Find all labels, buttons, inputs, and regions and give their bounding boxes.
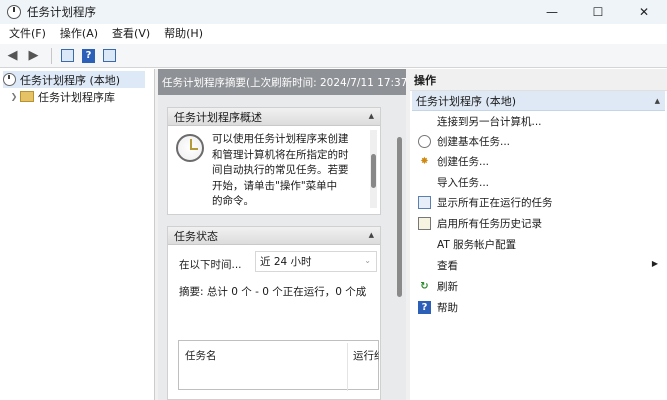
- action-refresh[interactable]: ↻ 刷新: [418, 276, 663, 296]
- submenu-arrow-icon: ▶: [651, 259, 658, 268]
- overview-line: 的命令。: [212, 195, 254, 207]
- action-at-service-config[interactable]: AT 服务帐户配置: [418, 234, 663, 254]
- column-divider[interactable]: [347, 343, 348, 391]
- chevron-down-icon: ⌄: [364, 256, 371, 265]
- running-tasks-icon: [418, 195, 431, 209]
- overview-title: 任务计划程序概述: [174, 110, 262, 124]
- window-controls: — ☐ ✕: [529, 0, 667, 24]
- task-status-section: 任务状态 ▲ 在以下时间... 近 24 小时 ⌄ 摘要: 总计 0 个 - 0…: [167, 226, 381, 400]
- period-select[interactable]: 近 24 小时 ⌄: [255, 251, 377, 272]
- create-task-icon: ✸: [420, 155, 429, 167]
- clock-icon: [3, 73, 16, 86]
- action-label: 导入任务...: [437, 176, 490, 189]
- actions-pane: 操作 任务计划程序 (本地) ▲ 连接到另一台计算机... 创建基本任务... …: [410, 69, 667, 400]
- menu-view[interactable]: 查看(V): [105, 24, 157, 44]
- tree-item-local-label: 任务计划程序 (本地): [20, 73, 121, 87]
- window-title: 任务计划程序: [27, 5, 96, 19]
- refresh-icon: ↻: [420, 280, 429, 292]
- scrollbar-thumb[interactable]: [397, 137, 402, 297]
- tree-item-library[interactable]: ❯ 任务计划程序库: [8, 88, 115, 105]
- back-arrow-icon[interactable]: ◀: [3, 47, 22, 65]
- scrollbar-thumb[interactable]: [371, 154, 376, 188]
- action-label: 连接到另一台计算机...: [437, 115, 542, 128]
- action-label: 启用所有任务历史记录: [437, 217, 542, 230]
- action-create-basic-task[interactable]: 创建基本任务...: [418, 131, 663, 151]
- history-icon: [418, 216, 431, 230]
- overview-line: 开始，请单击"操作"菜单中: [212, 179, 338, 192]
- toolbar: ◀ ▶ ?: [0, 44, 667, 68]
- action-create-task[interactable]: ✸ 创建任务...: [418, 151, 663, 171]
- action-import-task[interactable]: 导入任务...: [418, 172, 663, 192]
- show-action-pane-button[interactable]: [100, 47, 119, 65]
- summary-header: 任务计划程序摘要(上次刷新时间: 2024/7/11 17:37:2: [158, 69, 406, 95]
- collapse-icon[interactable]: ▲: [369, 231, 374, 239]
- period-label: 在以下时间...: [179, 259, 242, 271]
- action-label: 创建基本任务...: [437, 135, 511, 148]
- expand-caret-icon[interactable]: ❯: [8, 92, 20, 101]
- action-label: 创建任务...: [437, 155, 490, 168]
- tree-item-local[interactable]: 任务计划程序 (本地): [3, 71, 145, 88]
- collapse-icon[interactable]: ▲: [655, 97, 660, 105]
- action-label: 显示所有正在运行的任务: [437, 196, 553, 209]
- action-view[interactable]: 查看 ▶: [418, 255, 663, 275]
- column-header-run-result[interactable]: 运行结: [353, 348, 379, 363]
- column-header-task-name[interactable]: 任务名: [185, 348, 217, 363]
- folder-icon: [20, 91, 34, 102]
- action-pane-icon: [103, 49, 116, 62]
- action-label: 刷新: [437, 280, 458, 293]
- overview-line: 间自动执行的常见任务。若要: [212, 164, 349, 176]
- toolbar-separator: [51, 47, 52, 64]
- create-basic-task-icon: [418, 134, 431, 148]
- console-tree-icon: [61, 49, 74, 62]
- task-scheduler-icon: [7, 5, 21, 19]
- help-button[interactable]: ?: [79, 47, 98, 65]
- actions-section-header[interactable]: 任务计划程序 (本地) ▲: [412, 91, 665, 111]
- period-value: 近 24 小时: [260, 256, 312, 268]
- center-pane: 任务计划程序摘要(上次刷新时间: 2024/7/11 17:37:2 任务计划程…: [158, 69, 406, 400]
- maximize-button[interactable]: ☐: [575, 0, 621, 24]
- overview-section-header[interactable]: 任务计划程序概述 ▲: [168, 108, 380, 126]
- overview-text: 可以使用任务计划程序来创建 和管理计算机将在所指定的时 间自动执行的常见任务。若…: [212, 132, 360, 210]
- action-label: 帮助: [437, 301, 458, 314]
- title-bar: 任务计划程序 — ☐ ✕: [0, 0, 667, 24]
- menu-file[interactable]: 文件(F): [2, 24, 53, 44]
- minimize-button[interactable]: —: [529, 0, 575, 24]
- status-summary: 摘要: 总计 0 个 - 0 个正在运行，0 个成: [179, 286, 367, 298]
- console-tree: 任务计划程序 (本地) ❯ 任务计划程序库: [0, 69, 155, 400]
- action-enable-history[interactable]: 启用所有任务历史记录: [418, 213, 663, 233]
- overview-line: 和管理计算机将在所指定的时: [212, 148, 349, 161]
- menu-help[interactable]: 帮助(H): [157, 24, 210, 44]
- task-status-title: 任务状态: [174, 229, 218, 243]
- forward-arrow-icon[interactable]: ▶: [24, 47, 43, 65]
- collapse-icon[interactable]: ▲: [369, 112, 374, 120]
- show-hide-tree-button[interactable]: [58, 47, 77, 65]
- actions-section-title: 任务计划程序 (本地): [416, 94, 517, 108]
- center-scrollbar[interactable]: [394, 95, 406, 400]
- task-status-section-header[interactable]: 任务状态 ▲: [168, 227, 380, 245]
- action-connect-computer[interactable]: 连接到另一台计算机...: [418, 111, 663, 131]
- action-label: 查看: [437, 259, 458, 272]
- tree-item-library-label: 任务计划程序库: [38, 90, 115, 104]
- overview-line: 可以使用任务计划程序来创建: [212, 133, 349, 145]
- overview-section: 任务计划程序概述 ▲ 可以使用任务计划程序来创建 和管理计算机将在所指定的时 间…: [167, 107, 381, 215]
- menu-action[interactable]: 操作(A): [53, 24, 105, 44]
- help-icon: ?: [418, 300, 431, 314]
- task-status-table: 任务名 运行结: [178, 340, 379, 391]
- overview-scrollbar[interactable]: [370, 130, 377, 208]
- action-label: AT 服务帐户配置: [437, 238, 517, 251]
- action-help[interactable]: ? 帮助: [418, 297, 663, 317]
- menu-bar: 文件(F) 操作(A) 查看(V) 帮助(H): [0, 24, 667, 44]
- help-icon: ?: [82, 48, 95, 63]
- task-scheduler-clock-icon: [176, 134, 204, 162]
- close-button[interactable]: ✕: [621, 0, 667, 24]
- action-show-running-tasks[interactable]: 显示所有正在运行的任务: [418, 192, 663, 212]
- actions-header: 操作: [410, 69, 667, 91]
